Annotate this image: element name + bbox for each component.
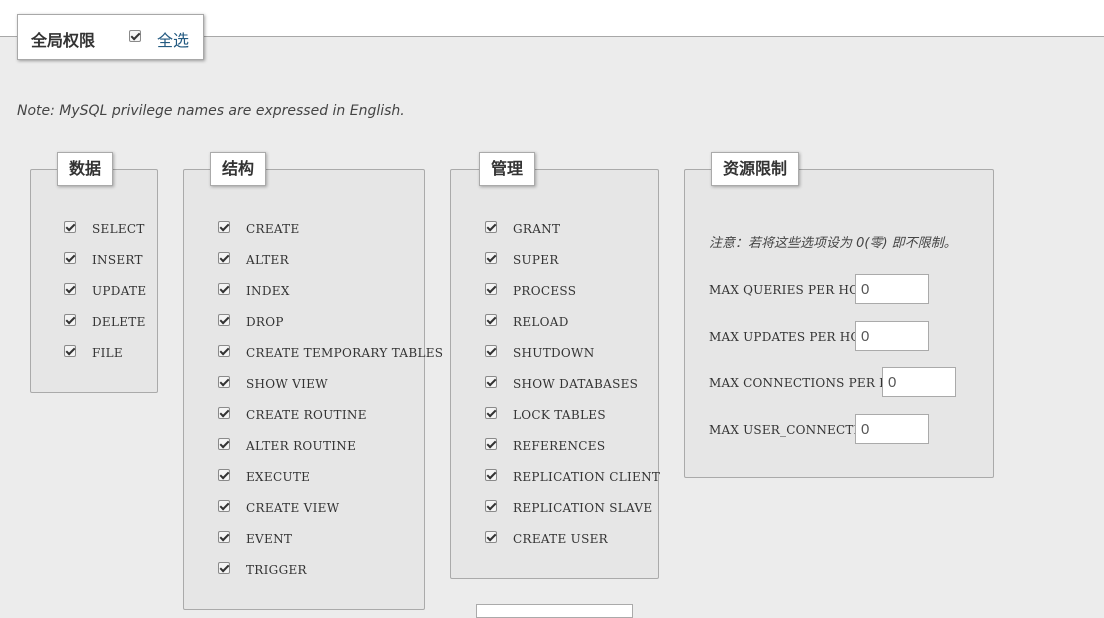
global-privileges-title: 全局权限	[31, 31, 96, 50]
checkbox[interactable]	[485, 531, 497, 543]
checkbox[interactable]	[485, 469, 497, 481]
max-updates-input[interactable]	[855, 321, 929, 351]
resource-limits-group: 资源限制 注意：若将这些选项设为 0(零) 即不限制。 MAX QUERIES …	[684, 152, 994, 478]
data-group-legend: 数据	[57, 152, 114, 186]
checkbox[interactable]	[64, 345, 76, 357]
checkbox[interactable]	[218, 469, 230, 481]
checkbox[interactable]	[485, 252, 497, 264]
structure-privileges-group: 结构 CREATE ALTER INDEX DROP CREATE TEMPOR…	[183, 152, 443, 610]
checkbox[interactable]	[485, 500, 497, 512]
checkbox[interactable]	[64, 314, 76, 326]
data-privileges-group: 数据 SELECT INSERT UPDATE DELETE FILE	[30, 152, 158, 393]
checkbox[interactable]	[218, 376, 230, 388]
max-queries-label: MAX QUERIES PER HOUR	[709, 283, 879, 297]
max-connections-input[interactable]	[882, 367, 956, 397]
checkbox[interactable]	[485, 407, 497, 419]
checkbox[interactable]	[218, 314, 230, 326]
max-user-connections-input[interactable]	[855, 414, 929, 444]
checkbox[interactable]	[218, 345, 230, 357]
resource-group-legend: 资源限制	[711, 152, 800, 186]
structure-group-legend: 结构	[210, 152, 267, 186]
resource-limits-note: 注意：若将这些选项设为 0(零) 即不限制。	[709, 236, 957, 251]
checkbox[interactable]	[218, 252, 230, 264]
checkbox[interactable]	[218, 221, 230, 233]
checkbox[interactable]	[485, 283, 497, 295]
privilege-note: Note: MySQL privilege names are expresse…	[17, 103, 405, 119]
checkbox[interactable]	[218, 562, 230, 574]
checkbox[interactable]	[218, 438, 230, 450]
checkbox[interactable]	[64, 283, 76, 295]
checkbox[interactable]	[218, 407, 230, 419]
checkbox[interactable]	[485, 345, 497, 357]
checkbox[interactable]	[64, 252, 76, 264]
checkbox[interactable]	[485, 314, 497, 326]
select-all-label[interactable]: 全选	[157, 27, 189, 51]
select-all-checkbox[interactable]	[129, 30, 141, 42]
global-privileges-legend: 全局权限 全选	[17, 14, 204, 60]
next-section-legend-stub	[476, 604, 633, 618]
admin-privileges-group: 管理 GRANT SUPER PROCESS RELOAD SHUTDOWN S…	[450, 152, 660, 579]
checkbox[interactable]	[485, 438, 497, 450]
checkbox[interactable]	[218, 283, 230, 295]
checkbox[interactable]	[485, 376, 497, 388]
max-queries-input[interactable]	[855, 274, 929, 304]
checkbox[interactable]	[485, 221, 497, 233]
checkbox[interactable]	[64, 221, 76, 233]
checkbox[interactable]	[218, 531, 230, 543]
checkbox[interactable]	[218, 500, 230, 512]
admin-group-legend: 管理	[479, 152, 536, 186]
